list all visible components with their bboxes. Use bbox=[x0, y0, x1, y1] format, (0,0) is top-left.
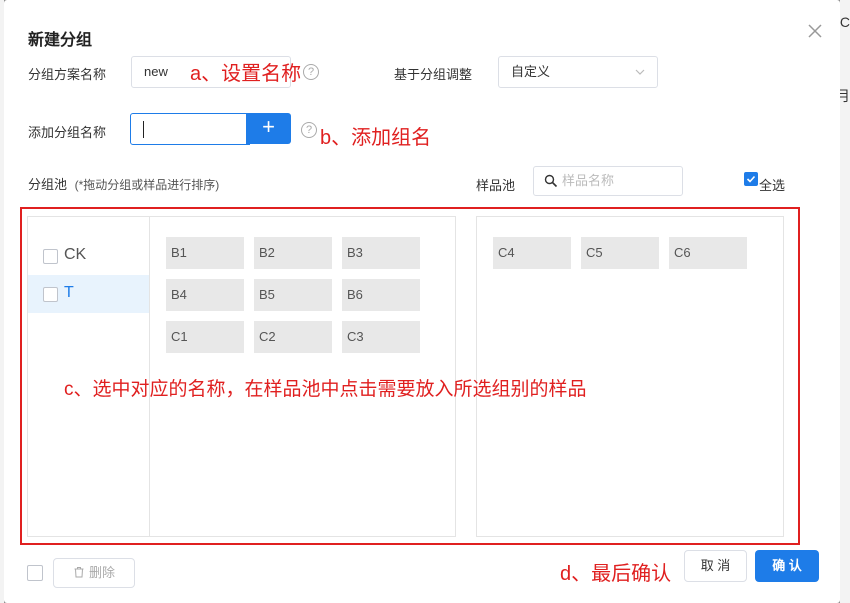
sample-search-placeholder: 样品名称 bbox=[562, 173, 615, 188]
trash-icon bbox=[74, 567, 84, 578]
help-icon[interactable]: ? bbox=[303, 64, 319, 80]
help-icon[interactable]: ? bbox=[301, 122, 317, 138]
sample-pool-chip[interactable]: C6 bbox=[669, 237, 747, 269]
add-group-input[interactable] bbox=[130, 113, 250, 145]
group-sample-chip[interactable]: C2 bbox=[254, 321, 332, 353]
group-name: CK bbox=[64, 246, 87, 263]
group-sample-chip[interactable]: B6 bbox=[342, 279, 420, 311]
chevron-down-icon bbox=[635, 69, 645, 75]
group-checkbox[interactable] bbox=[43, 287, 58, 302]
scheme-name-value: new bbox=[144, 64, 168, 79]
sample-pool-chip[interactable]: C5 bbox=[581, 237, 659, 269]
select-all-checkbox[interactable] bbox=[744, 172, 758, 186]
group-item-ck[interactable]: CK bbox=[28, 237, 149, 275]
group-sample-chip[interactable]: B3 bbox=[342, 237, 420, 269]
dialog-title: 新建分组 bbox=[28, 32, 93, 49]
cancel-button[interactable]: 取 消 bbox=[684, 550, 747, 582]
footer-select-checkbox[interactable] bbox=[27, 565, 43, 581]
base-adjust-value: 自定义 bbox=[511, 64, 551, 79]
group-sample-chip[interactable]: B2 bbox=[254, 237, 332, 269]
base-adjust-label: 基于分组调整 bbox=[394, 67, 473, 82]
sample-search-input[interactable]: 样品名称 bbox=[533, 166, 683, 196]
confirm-button[interactable]: 确 认 bbox=[755, 550, 819, 582]
scheme-name-label: 分组方案名称 bbox=[28, 67, 107, 82]
group-checkbox[interactable] bbox=[43, 249, 58, 264]
select-all-label: 全选 bbox=[759, 178, 786, 193]
background-char: C bbox=[839, 14, 850, 30]
new-group-dialog: 新建分组 分组方案名称 new ? a、设置名称 基于分组调整 自定义 添加分组… bbox=[4, 0, 840, 603]
annotation-c: c、选中对应的名称，在样品池中点击需要放入所选组别的样品 bbox=[64, 379, 587, 400]
group-sample-chip[interactable]: B5 bbox=[254, 279, 332, 311]
check-icon bbox=[746, 175, 756, 183]
sample-pool-chip[interactable]: C4 bbox=[493, 237, 571, 269]
delete-button[interactable]: 删除 bbox=[53, 558, 135, 588]
annotation-a: a、设置名称 bbox=[190, 63, 302, 85]
sample-pool-label: 样品池 bbox=[476, 178, 516, 193]
group-pool-label: 分组池 (*拖动分组或样品进行排序) bbox=[28, 174, 219, 193]
group-sample-chip[interactable]: B4 bbox=[166, 279, 244, 311]
group-name: T bbox=[64, 284, 74, 301]
background-right-strip: C 月 bbox=[836, 0, 850, 603]
group-pool-hint: (*拖动分组或样品进行排序) bbox=[74, 178, 220, 192]
annotation-d: d、最后确认 bbox=[560, 563, 672, 585]
add-group-button[interactable]: + bbox=[246, 113, 291, 144]
close-icon[interactable] bbox=[806, 22, 824, 40]
add-group-label: 添加分组名称 bbox=[28, 125, 107, 140]
group-sample-chip[interactable]: B1 bbox=[166, 237, 244, 269]
group-pool-title: 分组池 bbox=[28, 177, 68, 192]
group-sample-chip[interactable]: C1 bbox=[166, 321, 244, 353]
annotation-b: b、添加组名 bbox=[320, 127, 432, 149]
search-icon bbox=[544, 174, 558, 188]
group-sample-chip[interactable]: C3 bbox=[342, 321, 420, 353]
delete-label: 删除 bbox=[88, 565, 115, 580]
base-adjust-select[interactable]: 自定义 bbox=[498, 56, 658, 88]
text-caret bbox=[143, 121, 144, 138]
group-item-t[interactable]: T bbox=[28, 275, 149, 313]
